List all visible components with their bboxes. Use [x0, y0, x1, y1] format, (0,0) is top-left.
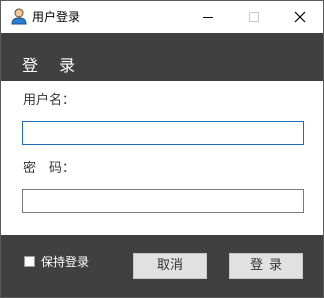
login-button[interactable]: 登录: [229, 253, 303, 279]
window-title: 用户登录: [32, 10, 81, 24]
title-bar[interactable]: 用户登录: [1, 1, 323, 33]
remember-login-label: 保持登录: [41, 255, 90, 269]
close-button[interactable]: [277, 1, 323, 33]
username-label: 用户名：: [23, 93, 76, 108]
minimize-icon: [203, 17, 213, 18]
maximize-button[interactable]: [231, 1, 277, 33]
maximize-icon: [249, 12, 259, 22]
page-title: 登 录: [22, 56, 84, 75]
remember-login-checkbox[interactable]: [24, 256, 35, 267]
header-band: 登 录: [1, 33, 323, 81]
user-avatar-icon: [11, 8, 27, 25]
login-window: 用户登录 登 录 用户名： 密 码： 保持登录 取消 登录: [0, 0, 324, 298]
close-icon: [294, 11, 306, 23]
username-input[interactable]: [22, 121, 304, 145]
password-label: 密 码：: [23, 161, 76, 176]
minimize-button[interactable]: [185, 1, 231, 33]
password-input[interactable]: [22, 189, 304, 213]
cancel-button[interactable]: 取消: [133, 253, 207, 279]
